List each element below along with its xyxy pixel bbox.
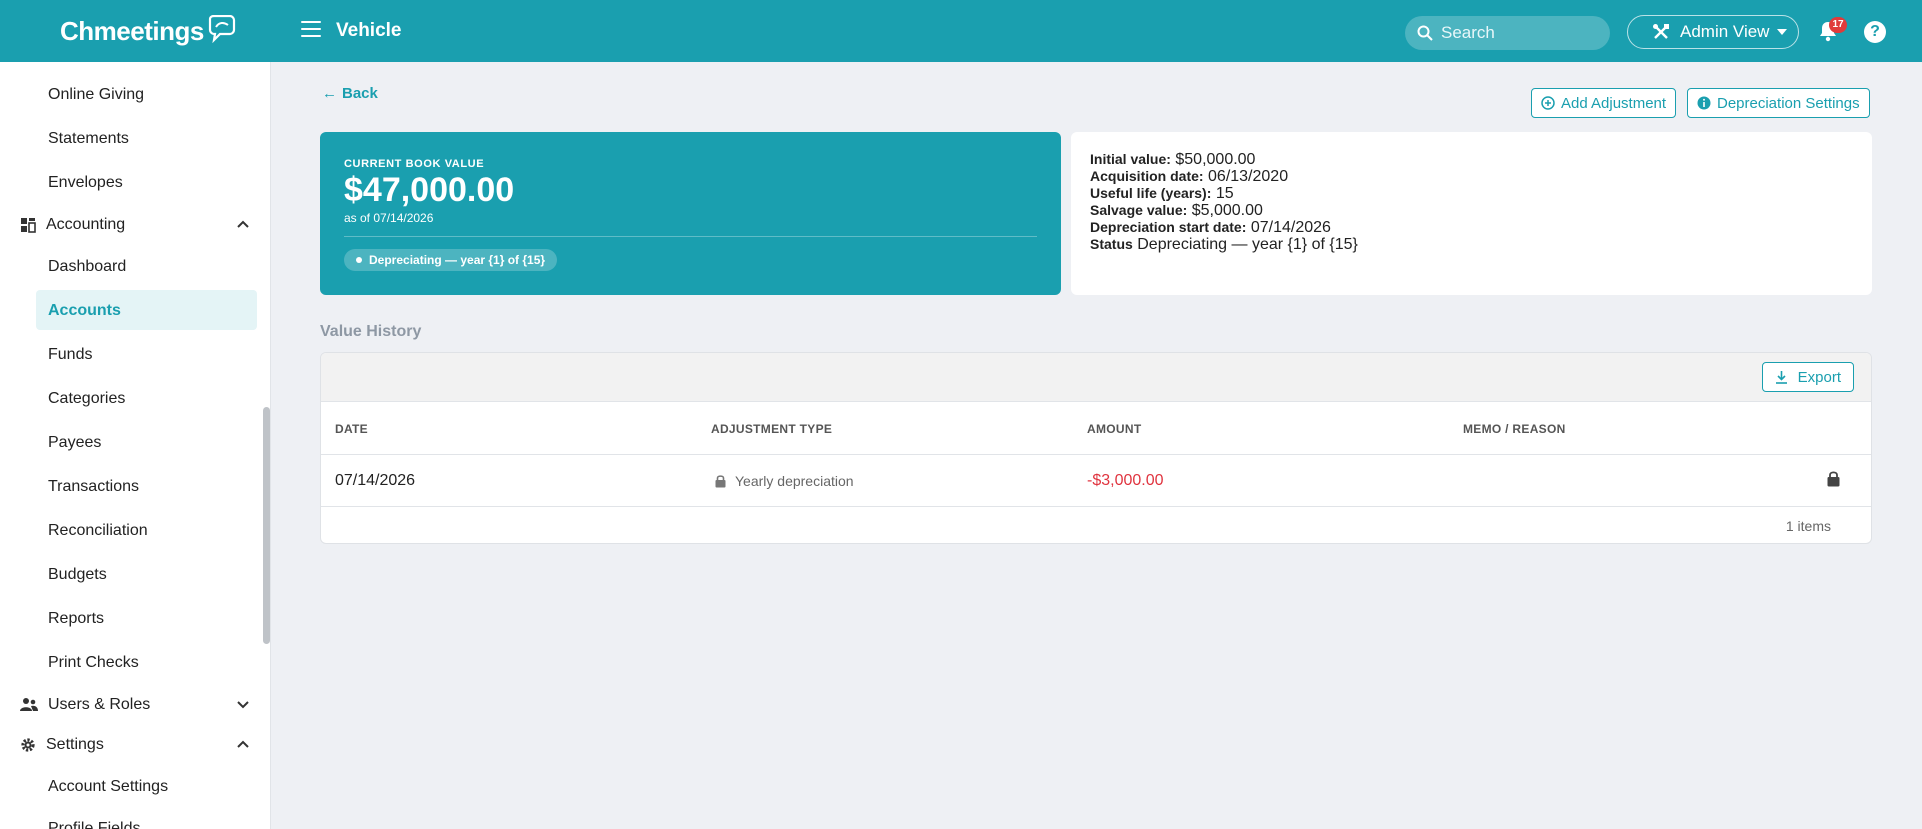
logo-text: Chmeetings — [60, 16, 204, 46]
adjustment-type-label: Yearly depreciation — [735, 473, 854, 489]
book-value-card: CURRENT BOOK VALUE $47,000.00 as of 07/1… — [320, 132, 1061, 295]
sidebar-section-label: Users & Roles — [48, 696, 151, 713]
sidebar-item-reports[interactable]: Reports — [48, 610, 104, 628]
depreciation-settings-button[interactable]: Depreciation Settings — [1687, 88, 1870, 118]
chevron-up-icon[interactable] — [236, 739, 250, 749]
column-header-memo[interactable]: MEMO / REASON — [1463, 422, 1566, 436]
sidebar-section-settings[interactable]: Settings — [20, 736, 250, 754]
search-input[interactable] — [1441, 23, 1601, 43]
page-title: Vehicle — [336, 20, 402, 41]
accounting-icon — [21, 218, 36, 233]
sidebar-item-envelopes[interactable]: Envelopes — [48, 174, 123, 192]
logo-chat-icon — [208, 14, 235, 43]
sidebar-item-transactions[interactable]: Transactions — [48, 478, 139, 496]
book-value-caption: CURRENT BOOK VALUE — [344, 158, 485, 170]
add-adjustment-button[interactable]: Add Adjustment — [1531, 88, 1677, 118]
depreciation-settings-label: Depreciation Settings — [1717, 94, 1860, 112]
items-count: 1 items — [1785, 518, 1831, 534]
status-dot-icon — [356, 257, 362, 263]
info-icon — [1697, 96, 1711, 110]
status-badge: Depreciating — year {1} of {15} — [344, 249, 558, 271]
sidebar-item-reconciliation[interactable]: Reconciliation — [48, 522, 148, 540]
value-history-table: Export DATE ADJUSTMENT TYPE AMOUNT MEMO … — [320, 352, 1872, 544]
chevron-down-icon[interactable] — [236, 699, 250, 709]
detail-initial-value: Initial value: $50,000.00 — [1090, 151, 1256, 168]
table-header: DATE ADJUSTMENT TYPE AMOUNT MEMO / REASO… — [321, 402, 1871, 455]
status-badge-label: Depreciating — year {1} of {15} — [369, 253, 546, 267]
divider — [344, 236, 1037, 237]
plus-circle-icon — [1541, 96, 1555, 110]
sidebar-scrollbar[interactable] — [263, 407, 270, 644]
top-bar: Chmeetings Vehicle Admin View 17 ? — [0, 0, 1922, 62]
menu-toggle-icon[interactable] — [301, 21, 321, 39]
cell-date: 07/14/2026 — [335, 472, 416, 489]
gear-icon — [21, 738, 35, 752]
download-icon — [1775, 371, 1787, 384]
table-row[interactable]: 07/14/2026 Yearly depreciation -$3,000.0… — [321, 455, 1871, 507]
cell-amount: -$3,000.00 — [1087, 472, 1164, 489]
chevron-up-icon[interactable] — [236, 219, 250, 229]
tools-icon — [1653, 24, 1669, 39]
value-history-title: Value History — [320, 323, 422, 340]
search-box[interactable] — [1405, 16, 1610, 50]
sidebar-item-print-checks[interactable]: Print Checks — [48, 654, 139, 672]
sidebar-item-payees[interactable]: Payees — [48, 434, 101, 452]
admin-view-label: Admin View — [1680, 22, 1770, 41]
search-icon — [1417, 25, 1433, 41]
sidebar-section-label: Accounting — [46, 216, 126, 233]
notification-badge: 17 — [1829, 17, 1847, 33]
cell-adjustment-type: Yearly depreciation — [715, 473, 854, 489]
help-icon[interactable]: ? — [1864, 21, 1886, 43]
chevron-down-icon — [1777, 29, 1788, 35]
sidebar-item-budgets[interactable]: Budgets — [48, 566, 107, 584]
add-adjustment-label: Add Adjustment — [1561, 94, 1667, 112]
sidebar-item-dashboard[interactable]: Dashboard — [48, 258, 126, 276]
sidebar-item-categories[interactable]: Categories — [48, 390, 125, 408]
arrow-left-icon: ← — [322, 85, 337, 102]
sidebar-item-funds[interactable]: Funds — [48, 346, 92, 364]
detail-useful-life: Useful life (years): 15 — [1090, 185, 1234, 202]
table-footer: 1 items — [321, 507, 1871, 543]
detail-status: Status Depreciating — year {1} of {15} — [1090, 236, 1358, 253]
book-value-amount: $47,000.00 — [344, 171, 515, 209]
column-header-adjustment-type[interactable]: ADJUSTMENT TYPE — [711, 422, 832, 436]
asset-details-card: Initial value: $50,000.00 Acquisition da… — [1071, 132, 1872, 295]
detail-salvage-value: Salvage value: $5,000.00 — [1090, 202, 1263, 219]
lock-icon[interactable] — [1827, 470, 1840, 487]
sidebar: Online Giving Statements Envelopes Accou… — [0, 62, 271, 829]
detail-acquisition-date: Acquisition date: 06/13/2020 — [1090, 168, 1289, 185]
back-label: Back — [342, 85, 378, 102]
sidebar-item-profile-fields[interactable]: Profile Fields — [48, 820, 140, 829]
sidebar-section-label: Settings — [46, 736, 104, 753]
book-value-as-of: as of 07/14/2026 — [344, 211, 434, 225]
sidebar-item-statements[interactable]: Statements — [48, 130, 129, 148]
users-icon — [20, 698, 38, 711]
admin-view-dropdown[interactable]: Admin View — [1627, 15, 1799, 49]
sidebar-item-online-giving[interactable]: Online Giving — [48, 86, 144, 104]
table-toolbar: Export — [321, 353, 1871, 402]
column-header-amount[interactable]: AMOUNT — [1087, 422, 1141, 436]
back-link[interactable]: ← Back — [322, 85, 378, 102]
sidebar-item-accounts[interactable]: Accounts — [48, 302, 121, 320]
app-logo[interactable]: Chmeetings — [60, 14, 236, 47]
export-label: Export — [1797, 368, 1841, 386]
export-button[interactable]: Export — [1761, 362, 1854, 392]
sidebar-section-users-roles[interactable]: Users & Roles — [20, 696, 250, 714]
lock-icon — [715, 475, 726, 488]
column-header-date[interactable]: DATE — [335, 422, 368, 436]
sidebar-item-account-settings[interactable]: Account Settings — [48, 778, 168, 796]
sidebar-section-accounting[interactable]: Accounting — [20, 216, 250, 234]
detail-depreciation-start: Depreciation start date: 07/14/2026 — [1090, 219, 1331, 236]
